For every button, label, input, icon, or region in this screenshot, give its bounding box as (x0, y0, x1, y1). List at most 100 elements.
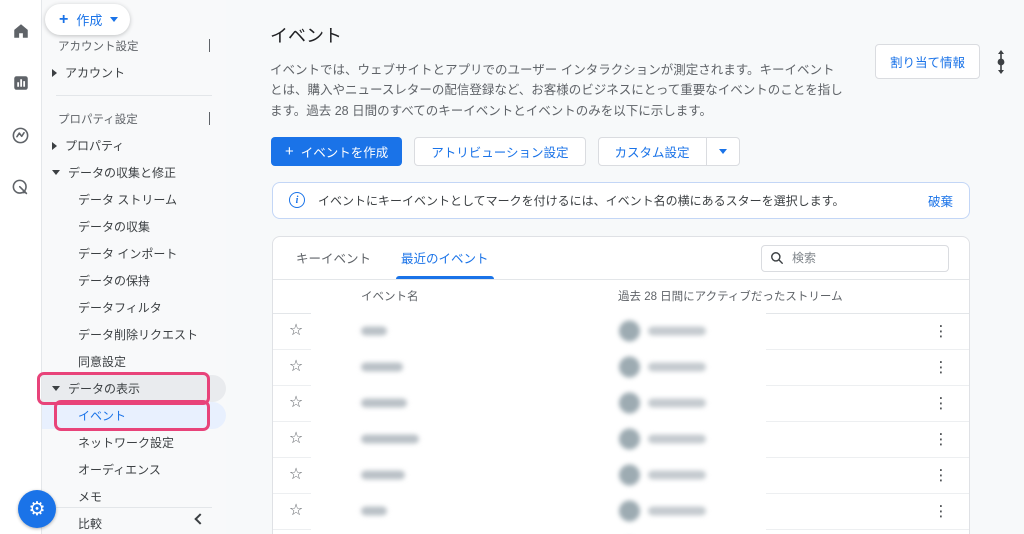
sidebar-section-account-settings[interactable]: アカウント設定 (42, 32, 226, 59)
custom-settings-dropdown-button[interactable] (707, 138, 739, 165)
custom-settings-button[interactable]: カスタム設定 (599, 138, 706, 165)
star-icon[interactable]: ☆ (289, 395, 303, 411)
create-button[interactable]: + 作成 (45, 4, 131, 35)
row-menu-icon[interactable]: ⋮ (934, 504, 949, 519)
tab-key-events[interactable]: キーイベント (281, 237, 386, 279)
row-menu-icon[interactable]: ⋮ (934, 432, 949, 447)
sidebar-item-consent-settings[interactable]: 同意設定 (42, 348, 226, 375)
table-header-row: イベント名 過去 28 日間にアクティブだったストリーム (273, 280, 969, 314)
sidebar-item-label: アカウント (65, 66, 126, 80)
redacted-stream-name (648, 362, 706, 372)
action-buttons-row: + イベントを作成 アトリビューション設定 カスタム設定 (271, 136, 1024, 166)
tab-recent-events[interactable]: 最近のイベント (386, 237, 504, 279)
home-icon[interactable] (10, 20, 32, 42)
redacted-stream-name (648, 470, 706, 480)
sidebar-section-property-settings[interactable]: プロパティ設定 (42, 105, 226, 132)
sidebar-item-data-display[interactable]: データの表示 (37, 372, 226, 405)
sidebar-collapse-button[interactable] (42, 506, 226, 532)
redacted-content (311, 492, 766, 530)
sidebar-item-data-deletion-requests[interactable]: データ削除リクエスト (42, 321, 226, 348)
star-icon[interactable]: ☆ (289, 467, 303, 483)
redacted-stream-avatar (619, 500, 640, 522)
advertising-icon[interactable] (10, 176, 32, 198)
sidebar-item-label: データフィルタ (78, 301, 162, 315)
sidebar-item-label: イベント (78, 409, 127, 423)
sidebar-divider (56, 95, 212, 96)
sidebar-item-account[interactable]: アカウント (42, 59, 226, 86)
events-table-card: キーイベント 最近のイベント イベント名 過去 28 日間にアクティブだったスト… (272, 235, 970, 534)
redacted-stream-avatar (619, 464, 640, 486)
table-row: ☆ ⋮ (273, 456, 969, 494)
star-icon[interactable]: ☆ (289, 323, 303, 339)
sidebar-item-label: オーディエンス (78, 463, 161, 477)
redacted-content (311, 528, 766, 534)
redacted-stream-avatar (619, 428, 640, 450)
redacted-event-name (361, 470, 405, 480)
sidebar-item-label: データの収集と修正 (68, 166, 177, 180)
sidebar-item-data-streams[interactable]: データ ストリーム (42, 186, 226, 213)
banner-dismiss-button[interactable]: 破棄 (928, 191, 953, 210)
admin-gear-button[interactable]: ⚙ (18, 490, 56, 528)
table-row: ☆ ⋮ (273, 384, 969, 422)
page-header-text: イベント イベントでは、ウェブサイトとアプリでのユーザー インタラクションが測定… (270, 22, 845, 121)
column-header-event-name: イベント名 (361, 291, 419, 304)
star-icon[interactable]: ☆ (289, 359, 303, 375)
chevron-up-icon (209, 111, 210, 125)
admin-sidebar: + 作成 アカウント設定 アカウント プロパティ設定 プロパティ データの収集と… (37, 0, 226, 534)
attribution-settings-button[interactable]: アトリビューション設定 (414, 136, 586, 166)
table-row: ☆ ⋮ (273, 528, 969, 534)
row-menu-icon[interactable]: ⋮ (934, 468, 949, 483)
sidebar-item-label: データの収集 (78, 220, 151, 234)
chevron-left-icon (194, 513, 206, 525)
search-input[interactable] (792, 251, 912, 266)
sidebar-item-data-collection-and-modification[interactable]: データの収集と修正 (42, 159, 226, 186)
chevron-down-icon (718, 148, 727, 154)
assignment-info-button[interactable]: 割り当て情報 (874, 44, 980, 79)
allocation-icon[interactable] (994, 49, 1008, 75)
redacted-stream-name (648, 398, 706, 408)
sidebar-item-network-settings[interactable]: ネットワーク設定 (42, 429, 226, 456)
custom-settings-split-button: カスタム設定 (597, 136, 740, 166)
row-menu-icon[interactable]: ⋮ (934, 324, 949, 339)
reports-icon[interactable] (10, 72, 32, 94)
create-button-label: 作成 (76, 13, 103, 28)
table-row: ☆ ⋮ (273, 420, 969, 458)
create-event-button[interactable]: + イベントを作成 (271, 136, 403, 166)
sidebar-item-events[interactable]: イベント (42, 400, 226, 431)
row-menu-icon[interactable]: ⋮ (934, 360, 949, 375)
sidebar-item-data-collection[interactable]: データの収集 (42, 213, 226, 240)
sidebar-item-data-retention[interactable]: データの保持 (42, 267, 226, 294)
tree-arrow-down-icon (52, 386, 60, 391)
chevron-down-icon (110, 17, 119, 22)
sidebar-item-data-filters[interactable]: データフィルタ (42, 294, 226, 321)
redacted-stream-name (648, 434, 706, 444)
table-body: ☆ ⋮ ☆ ⋮ ☆ ⋮ ☆ ⋮ ☆ ⋮ ☆ ⋮ (273, 312, 969, 534)
redacted-stream-name (648, 506, 706, 516)
page-title: イベント (270, 26, 342, 46)
redacted-event-name (361, 506, 387, 516)
plus-icon: + (59, 10, 69, 28)
sidebar-item-audiences[interactable]: オーディエンス (42, 456, 226, 483)
redacted-stream-name (648, 326, 706, 336)
star-icon[interactable]: ☆ (289, 503, 303, 519)
row-menu-icon[interactable]: ⋮ (934, 396, 949, 411)
sidebar-item-label: データ ストリーム (78, 193, 177, 207)
star-icon[interactable]: ☆ (289, 431, 303, 447)
column-header-active-streams: 過去 28 日間にアクティブだったストリーム (618, 291, 843, 304)
info-icon: i (289, 192, 305, 209)
sidebar-item-data-import[interactable]: データ インポート (42, 240, 226, 267)
sidebar-item-label: データ削除リクエスト (78, 328, 199, 342)
explore-icon[interactable] (10, 124, 32, 146)
chevron-up-icon (209, 38, 210, 52)
sidebar-item-label: データの表示 (68, 382, 141, 396)
sidebar-item-label: 同意設定 (78, 355, 127, 369)
tabs-row: キーイベント 最近のイベント (273, 237, 969, 280)
sidebar-item-property[interactable]: プロパティ (42, 132, 226, 159)
page-description: イベントでは、ウェブサイトとアプリでのユーザー インタラクションが測定されます。… (270, 63, 843, 118)
search-box (761, 244, 949, 272)
table-row: ☆ ⋮ (273, 348, 969, 386)
sidebar-item-label: データ インポート (78, 247, 178, 261)
info-banner: i イベントにキーイベントとしてマークを付けるには、イベント名の横にあるスターを… (272, 181, 970, 219)
redacted-event-name (361, 398, 407, 408)
redacted-content (311, 348, 766, 386)
